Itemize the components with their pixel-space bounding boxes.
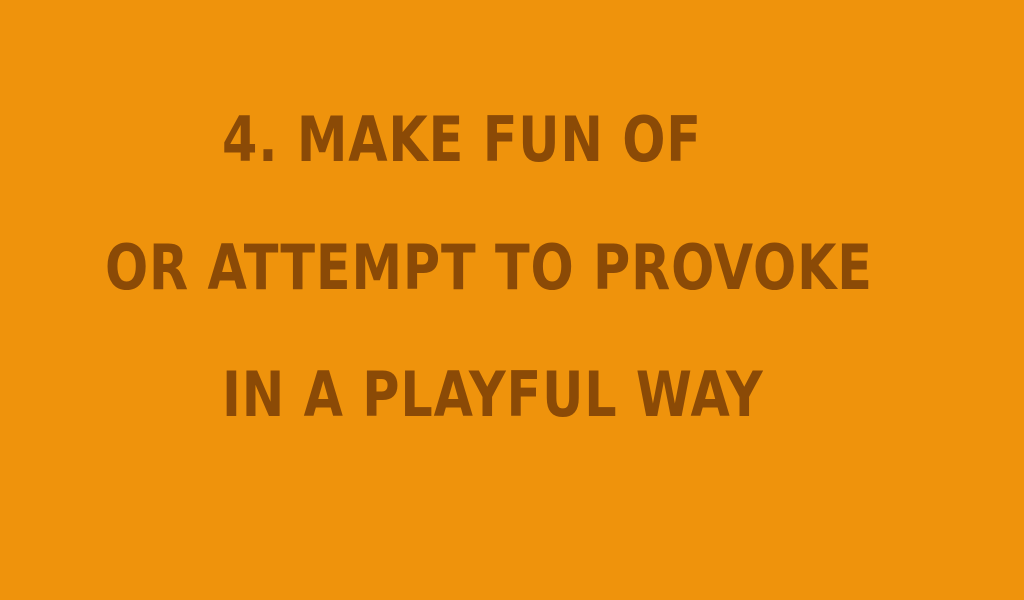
slide-text-line-2: OR ATTEMPT TO PROVOKE <box>105 231 873 304</box>
slide-text-line-1: 4. MAKE FUN OF <box>222 103 702 176</box>
slide-text-line-3: iN A PLAYFUL WAY <box>222 358 764 431</box>
slide-canvas: 4. MAKE FUN OF OR ATTEMPT TO PROVOKE iN … <box>0 0 1024 600</box>
